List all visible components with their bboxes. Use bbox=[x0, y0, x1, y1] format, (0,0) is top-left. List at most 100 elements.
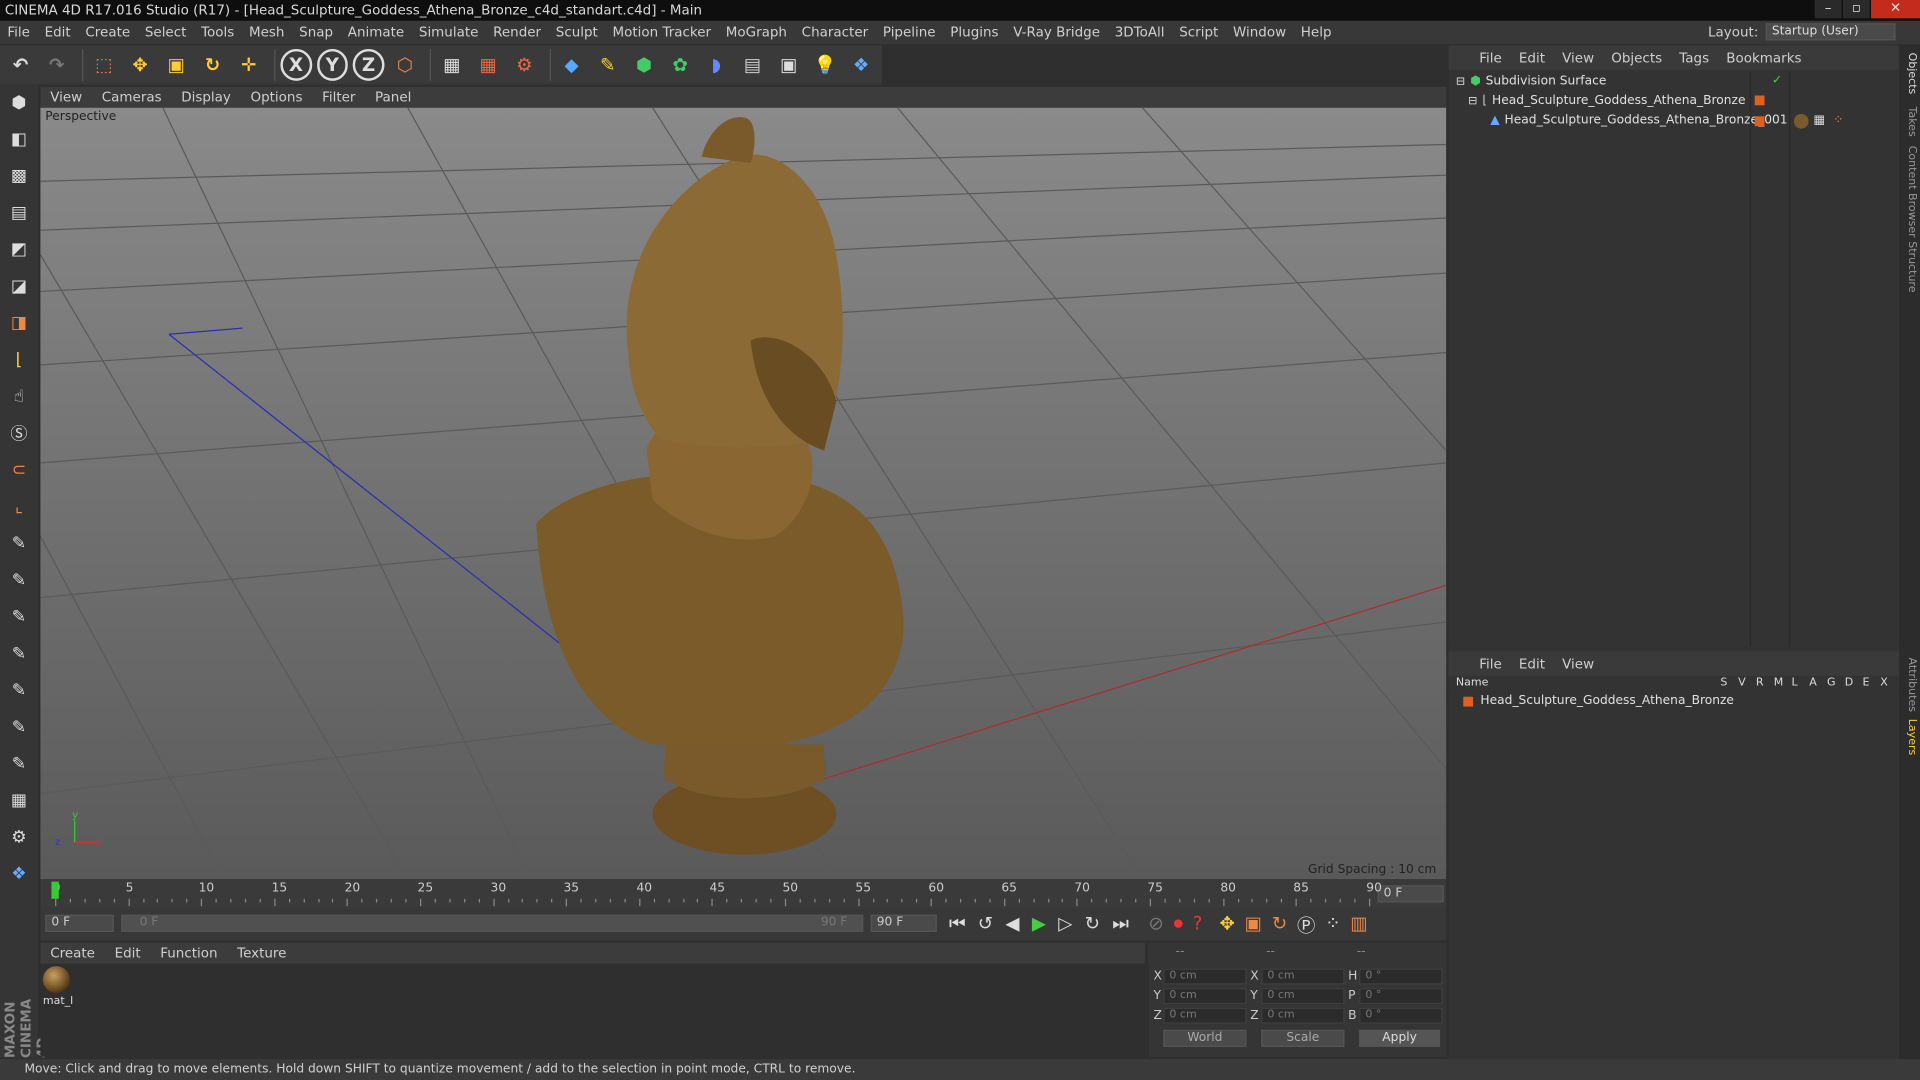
light-icon[interactable]: 💡 bbox=[809, 49, 840, 81]
y-axis-icon[interactable]: Y bbox=[316, 48, 348, 81]
transform-icon[interactable]: ✛ bbox=[233, 49, 264, 81]
sculpt-inflate-icon[interactable]: ✎ bbox=[3, 638, 35, 670]
snap-icon[interactable]: Ⓢ bbox=[3, 418, 35, 450]
gear-lock-icon[interactable]: ⚙ bbox=[3, 822, 35, 854]
floor-icon[interactable]: ▤ bbox=[737, 49, 768, 81]
objects-menu-file[interactable]: File bbox=[1471, 50, 1511, 66]
live-selection-icon[interactable]: ⬚ bbox=[88, 49, 119, 81]
menu-plugins[interactable]: Plugins bbox=[943, 24, 1006, 40]
tab-takes[interactable]: Takes bbox=[1902, 107, 1917, 137]
coordinate-system-icon[interactable]: ⬡ bbox=[389, 49, 420, 81]
viewport-menu-panel[interactable]: Panel bbox=[365, 89, 421, 105]
object-row-athena-bronze-001[interactable]: ▲ Head_Sculpture_Goddess_Athena_Bronze_0… bbox=[1490, 111, 1787, 131]
world-dropdown[interactable]: World bbox=[1163, 1029, 1247, 1047]
menu-character[interactable]: Character bbox=[794, 24, 875, 40]
phong-tag-icon[interactable]: ⁘ bbox=[1833, 114, 1843, 127]
play-icon[interactable]: ▶ bbox=[1032, 912, 1046, 938]
z-axis-icon[interactable]: Z bbox=[352, 48, 385, 81]
tab-layers[interactable]: Layers bbox=[1902, 719, 1917, 755]
record-icon[interactable]: ⏺ bbox=[1174, 912, 1183, 938]
menu-simulate[interactable]: Simulate bbox=[412, 24, 486, 40]
apply-button[interactable]: Apply bbox=[1359, 1029, 1441, 1047]
layers-menu-view[interactable]: View bbox=[1554, 656, 1603, 672]
layer-col-l[interactable]: L bbox=[1791, 677, 1809, 689]
subdivision-icon[interactable]: ⬢ bbox=[628, 49, 659, 81]
menu-animate[interactable]: Animate bbox=[340, 24, 411, 40]
layer-col-x[interactable]: X bbox=[1880, 677, 1898, 689]
step-back-icon[interactable]: ◀ bbox=[1005, 912, 1019, 938]
sculpt-grab-icon[interactable]: ✎ bbox=[3, 748, 35, 780]
layer-col-e[interactable]: E bbox=[1862, 677, 1880, 689]
scale-dropdown[interactable]: Scale bbox=[1261, 1029, 1345, 1047]
layer-color-icon[interactable] bbox=[1754, 116, 1765, 127]
object-row-subdivision[interactable]: ⊟ ⬢ Subdivision Surface bbox=[1456, 72, 1606, 92]
menu-motion-tracker[interactable]: Motion Tracker bbox=[605, 24, 718, 40]
material-menu-edit[interactable]: Edit bbox=[105, 945, 151, 961]
render-settings-icon[interactable]: ⚙ bbox=[509, 49, 540, 81]
key-rotate-icon[interactable]: ↻ bbox=[1272, 912, 1287, 938]
playhead[interactable] bbox=[51, 881, 59, 899]
frame-end-field[interactable]: 90 F bbox=[870, 914, 937, 932]
tab-attributes[interactable]: Attributes bbox=[1902, 658, 1917, 712]
menu-select[interactable]: Select bbox=[138, 24, 194, 40]
objects-menu-objects[interactable]: Objects bbox=[1603, 50, 1671, 66]
checkmark-icon[interactable]: ✓ bbox=[1772, 73, 1782, 86]
rot-p-field[interactable]: 0 ° bbox=[1359, 988, 1443, 1005]
pen-icon[interactable]: ✎ bbox=[592, 49, 623, 81]
render-picture-viewer-icon[interactable]: ▦ bbox=[473, 49, 504, 81]
motion-record-icon[interactable]: ⊘ bbox=[1148, 912, 1163, 938]
menu-pipeline[interactable]: Pipeline bbox=[876, 24, 943, 40]
rotate-icon[interactable]: ↻ bbox=[197, 49, 228, 81]
menu-mesh[interactable]: Mesh bbox=[242, 24, 292, 40]
key-points-icon[interactable]: ⁘ bbox=[1325, 912, 1340, 938]
objects-menu-bookmarks[interactable]: Bookmarks bbox=[1718, 50, 1810, 66]
viewport-menu-filter[interactable]: Filter bbox=[312, 89, 365, 105]
viewport-menu-options[interactable]: Options bbox=[241, 89, 313, 105]
menu-mograph[interactable]: MoGraph bbox=[718, 24, 794, 40]
tab-objects[interactable]: Objects bbox=[1902, 53, 1917, 95]
objects-menu-tags[interactable]: Tags bbox=[1671, 50, 1718, 66]
menu-edit[interactable]: Edit bbox=[37, 24, 78, 40]
layout-dropdown[interactable]: Startup (User) bbox=[1765, 23, 1896, 41]
menu-window[interactable]: Window bbox=[1226, 24, 1294, 40]
layer-col-g[interactable]: G bbox=[1827, 677, 1845, 689]
material-menu-texture[interactable]: Texture bbox=[227, 945, 296, 961]
frame-start-field[interactable]: 0 F bbox=[45, 914, 114, 932]
object-row-athena-bronze[interactable]: ⊟ ⌊ Head_Sculpture_Goddess_Athena_Bronze bbox=[1468, 92, 1745, 112]
rot-b-field[interactable]: 0 ° bbox=[1359, 1007, 1443, 1024]
key-param-icon[interactable]: Ⓟ bbox=[1297, 912, 1315, 938]
menu-3dtoall[interactable]: 3DToAll bbox=[1107, 24, 1172, 40]
tweak-icon[interactable]: ☝ bbox=[3, 381, 35, 413]
menu-create[interactable]: Create bbox=[78, 24, 137, 40]
points-mode-icon[interactable]: ◩ bbox=[3, 234, 35, 266]
layer-color-icon[interactable] bbox=[1754, 95, 1765, 106]
material-menu-function[interactable]: Function bbox=[150, 945, 227, 961]
menu-file[interactable]: File bbox=[0, 24, 37, 40]
magnet-icon[interactable]: ⊂ bbox=[3, 454, 35, 486]
x-axis-icon[interactable]: X bbox=[280, 48, 312, 81]
size-x-field[interactable]: 0 cm bbox=[1261, 968, 1345, 985]
make-editable-icon[interactable]: ⬢ bbox=[3, 87, 35, 119]
objects-menu-view[interactable]: View bbox=[1554, 50, 1603, 66]
pos-z-field[interactable]: 0 cm bbox=[1163, 1007, 1247, 1024]
mograph-icon[interactable]: ✿ bbox=[665, 49, 696, 81]
menu-snap[interactable]: Snap bbox=[292, 24, 341, 40]
loop-icon[interactable]: ↺ bbox=[978, 912, 993, 938]
size-z-field[interactable]: 0 cm bbox=[1261, 1007, 1345, 1024]
layer-col-m[interactable]: M bbox=[1774, 677, 1792, 689]
sculpt-brush-icon[interactable]: ✎ bbox=[3, 528, 35, 560]
viewport-menu-display[interactable]: Display bbox=[171, 89, 240, 105]
layers-menu-edit[interactable]: Edit bbox=[1510, 656, 1553, 672]
pos-y-field[interactable]: 0 cm bbox=[1163, 988, 1247, 1005]
expand-icon[interactable]: ⊟ bbox=[1468, 92, 1477, 112]
sculpt-flatten-icon[interactable]: ✎ bbox=[3, 675, 35, 707]
menu-render[interactable]: Render bbox=[486, 24, 549, 40]
timeline-current-frame[interactable]: 0 F bbox=[1377, 885, 1444, 903]
size-y-field[interactable]: 0 cm bbox=[1261, 988, 1345, 1005]
layer-col-a[interactable]: A bbox=[1809, 677, 1827, 689]
autokey-icon[interactable]: ? bbox=[1193, 912, 1203, 938]
maximize-icon[interactable]: ▫ bbox=[1842, 0, 1870, 19]
sculpt-pull-icon[interactable]: ✎ bbox=[3, 564, 35, 596]
axis-mode-icon[interactable]: ⌊ bbox=[3, 344, 35, 376]
deformer-icon[interactable]: ◗ bbox=[701, 49, 732, 81]
